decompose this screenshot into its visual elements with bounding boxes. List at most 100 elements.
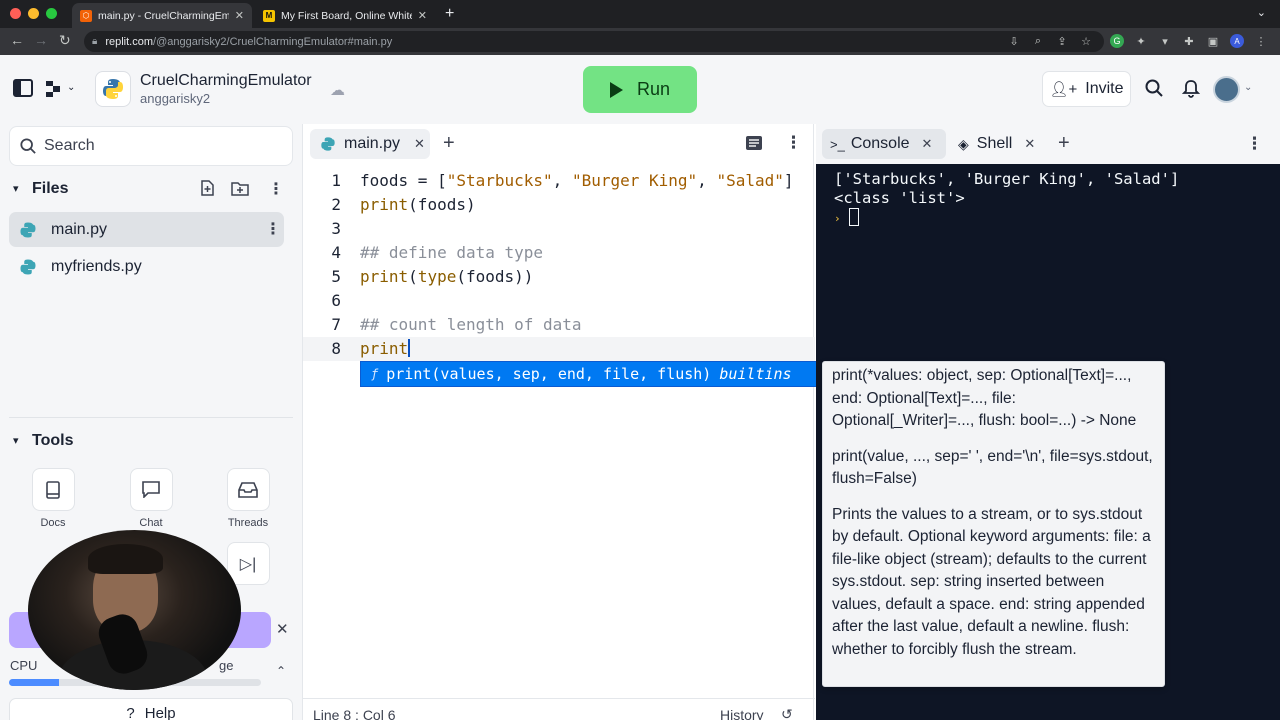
grammarly-extension-icon[interactable]: G (1110, 34, 1124, 48)
tool-threads[interactable]: Threads (213, 468, 283, 529)
account-chevron-icon[interactable]: ⌄ (1244, 82, 1252, 93)
add-user-icon: 👤︎+ (1049, 81, 1078, 98)
user-avatar[interactable] (1213, 76, 1240, 103)
project-name[interactable]: CruelCharmingEmulator (140, 72, 312, 90)
close-tab-icon[interactable]: ✕ (1024, 136, 1035, 152)
url-field[interactable]: 🔒︎ replit.com/@anggarisky2/CruelCharming… (84, 31, 1104, 52)
browser-address-bar: ← → ↻ 🔒︎ replit.com/@anggarisky2/CruelCh… (0, 28, 1280, 55)
zoom-icon[interactable]: ⌕ (1031, 34, 1045, 48)
autocomplete-suggestion[interactable]: ƒ print(values, sep, end, file, flush) b… (360, 361, 821, 387)
code-line-2[interactable]: 2 print(foods) (303, 193, 815, 217)
close-tab-icon[interactable]: ✕ (414, 136, 425, 152)
tool-label: Chat (139, 517, 163, 529)
browser-tab-main[interactable]: ⬡ main.py - CruelCharmingEmulat ✕ (72, 3, 252, 28)
cursor-position: Line 8 : Col 6 (313, 707, 396, 720)
editor-settings-icon[interactable] (746, 136, 762, 155)
profile-avatar-icon[interactable]: A (1230, 34, 1244, 48)
side-panel-icon[interactable]: ▣ (1206, 34, 1220, 48)
add-tab-icon[interactable]: + (443, 132, 455, 155)
add-tab-icon[interactable]: + (1058, 132, 1070, 155)
close-tab-icon[interactable]: ✕ (418, 9, 427, 22)
code-line-3[interactable]: 3 (303, 217, 815, 241)
function-icon: ƒ (371, 367, 379, 381)
code-line-1[interactable]: 1 foods = ["Starbucks", "Burger King", "… (303, 169, 815, 193)
back-arrow-icon[interactable]: ← (10, 32, 24, 48)
browser-tab-whiteboard[interactable]: M My First Board, Online Whitebo ✕ (255, 3, 435, 28)
maximize-window-button[interactable] (46, 8, 57, 19)
line-number: 8 (331, 339, 341, 358)
suggestion-signature: print(values, sep, end, file, flush) (386, 365, 712, 383)
new-folder-icon[interactable] (231, 180, 249, 201)
files-menu-icon[interactable]: ⋮ (268, 179, 284, 199)
run-label: Run (636, 79, 671, 99)
prompt-chevron-icon: › (834, 212, 841, 225)
notifications-bell-icon[interactable] (1181, 79, 1201, 103)
play-icon (609, 81, 623, 98)
files-section-title[interactable]: Files (32, 180, 68, 198)
editor-tab-main-py[interactable]: main.py ✕ (310, 129, 430, 159)
file-name: myfriends.py (51, 257, 142, 275)
new-tab-icon[interactable]: + (445, 5, 454, 23)
search-icon[interactable] (1145, 79, 1163, 102)
file-item-myfriends-py[interactable]: myfriends.py (9, 249, 284, 284)
reload-icon[interactable]: ↻ (59, 32, 71, 49)
replit-menu-chevron-icon[interactable]: ⌄ (67, 82, 75, 93)
run-button[interactable]: Run (583, 66, 697, 113)
history-icon[interactable]: ↺ (781, 706, 793, 720)
inbox-icon (226, 468, 270, 511)
code-line-8[interactable]: 8 print (303, 337, 815, 361)
url-host: replit.com (105, 35, 154, 48)
file-options-icon[interactable]: ⋮ (265, 219, 281, 239)
code-line-7[interactable]: 7 ## count length of data (303, 313, 815, 337)
forward-arrow-icon[interactable]: → (34, 32, 48, 48)
minimize-window-button[interactable] (28, 8, 39, 19)
files-collapse-chevron-icon[interactable]: ▾ (13, 182, 19, 195)
tab-shell[interactable]: ◈ Shell ✕ (950, 129, 1060, 159)
tools-section-title[interactable]: Tools (32, 432, 73, 450)
file-item-main-py[interactable]: main.py (9, 212, 284, 247)
console-tab-label: Console (850, 135, 910, 152)
toggle-sidebar-icon[interactable] (13, 79, 33, 102)
tab-console[interactable]: >_ Console ✕ (822, 129, 946, 159)
close-tab-icon[interactable]: ✕ (235, 9, 244, 22)
code-line-4[interactable]: 4 ## define data type (303, 241, 815, 265)
replit-favicon-icon: ⬡ (80, 9, 92, 22)
help-button[interactable]: ? Help (9, 698, 293, 720)
search-input[interactable]: Search (9, 126, 293, 166)
close-tab-icon[interactable]: ✕ (922, 136, 933, 152)
tool-docs[interactable]: Docs (18, 468, 88, 529)
resources-chevron-up-icon[interactable]: ⌃ (276, 664, 286, 678)
browser-menu-icon[interactable]: ⋮ (1254, 34, 1268, 48)
extensions-puzzle-icon[interactable]: ✚ (1182, 34, 1196, 48)
tool-label: Threads (227, 517, 269, 529)
sidebar-divider (9, 417, 293, 418)
line-number: 2 (331, 195, 341, 214)
bookmark-star-icon[interactable]: ☆ (1079, 34, 1093, 48)
tab-search-chevron-icon[interactable]: ⌄ (1257, 6, 1266, 19)
replit-menu-icon[interactable] (44, 80, 62, 103)
browser-tab-bar: ⬡ main.py - CruelCharmingEmulat ✕ M My F… (0, 0, 1280, 28)
new-file-icon[interactable] (200, 180, 215, 201)
console-prompt-line: › (834, 208, 859, 226)
lock-icon: 🔒︎ (92, 36, 98, 47)
book-icon (31, 468, 75, 511)
console-cursor (848, 208, 859, 226)
code-line-5[interactable]: 5 print(type(foods)) (303, 265, 815, 289)
close-window-button[interactable] (10, 8, 21, 19)
vue-extension-icon[interactable]: ▾ (1158, 34, 1172, 48)
project-owner[interactable]: anggarisky2 (140, 91, 210, 106)
console-menu-icon[interactable]: ⋮ (1246, 134, 1263, 154)
python-file-icon (321, 137, 335, 151)
search-icon (20, 138, 36, 154)
color-extension-icon[interactable]: ✦ (1134, 34, 1148, 48)
install-app-icon[interactable]: ⇩ (1007, 34, 1021, 48)
tool-chat[interactable]: Chat (116, 468, 186, 529)
python-language-icon[interactable] (95, 71, 131, 107)
share-icon[interactable]: ⇪ (1055, 34, 1069, 48)
code-line-6[interactable]: 6 (303, 289, 815, 313)
tools-collapse-chevron-icon[interactable]: ▾ (13, 434, 19, 447)
close-banner-icon[interactable]: ✕ (276, 620, 289, 638)
editor-menu-icon[interactable]: ⋮ (785, 133, 802, 153)
history-button[interactable]: History (720, 707, 764, 720)
invite-button[interactable]: 👤︎+ Invite (1042, 71, 1131, 107)
